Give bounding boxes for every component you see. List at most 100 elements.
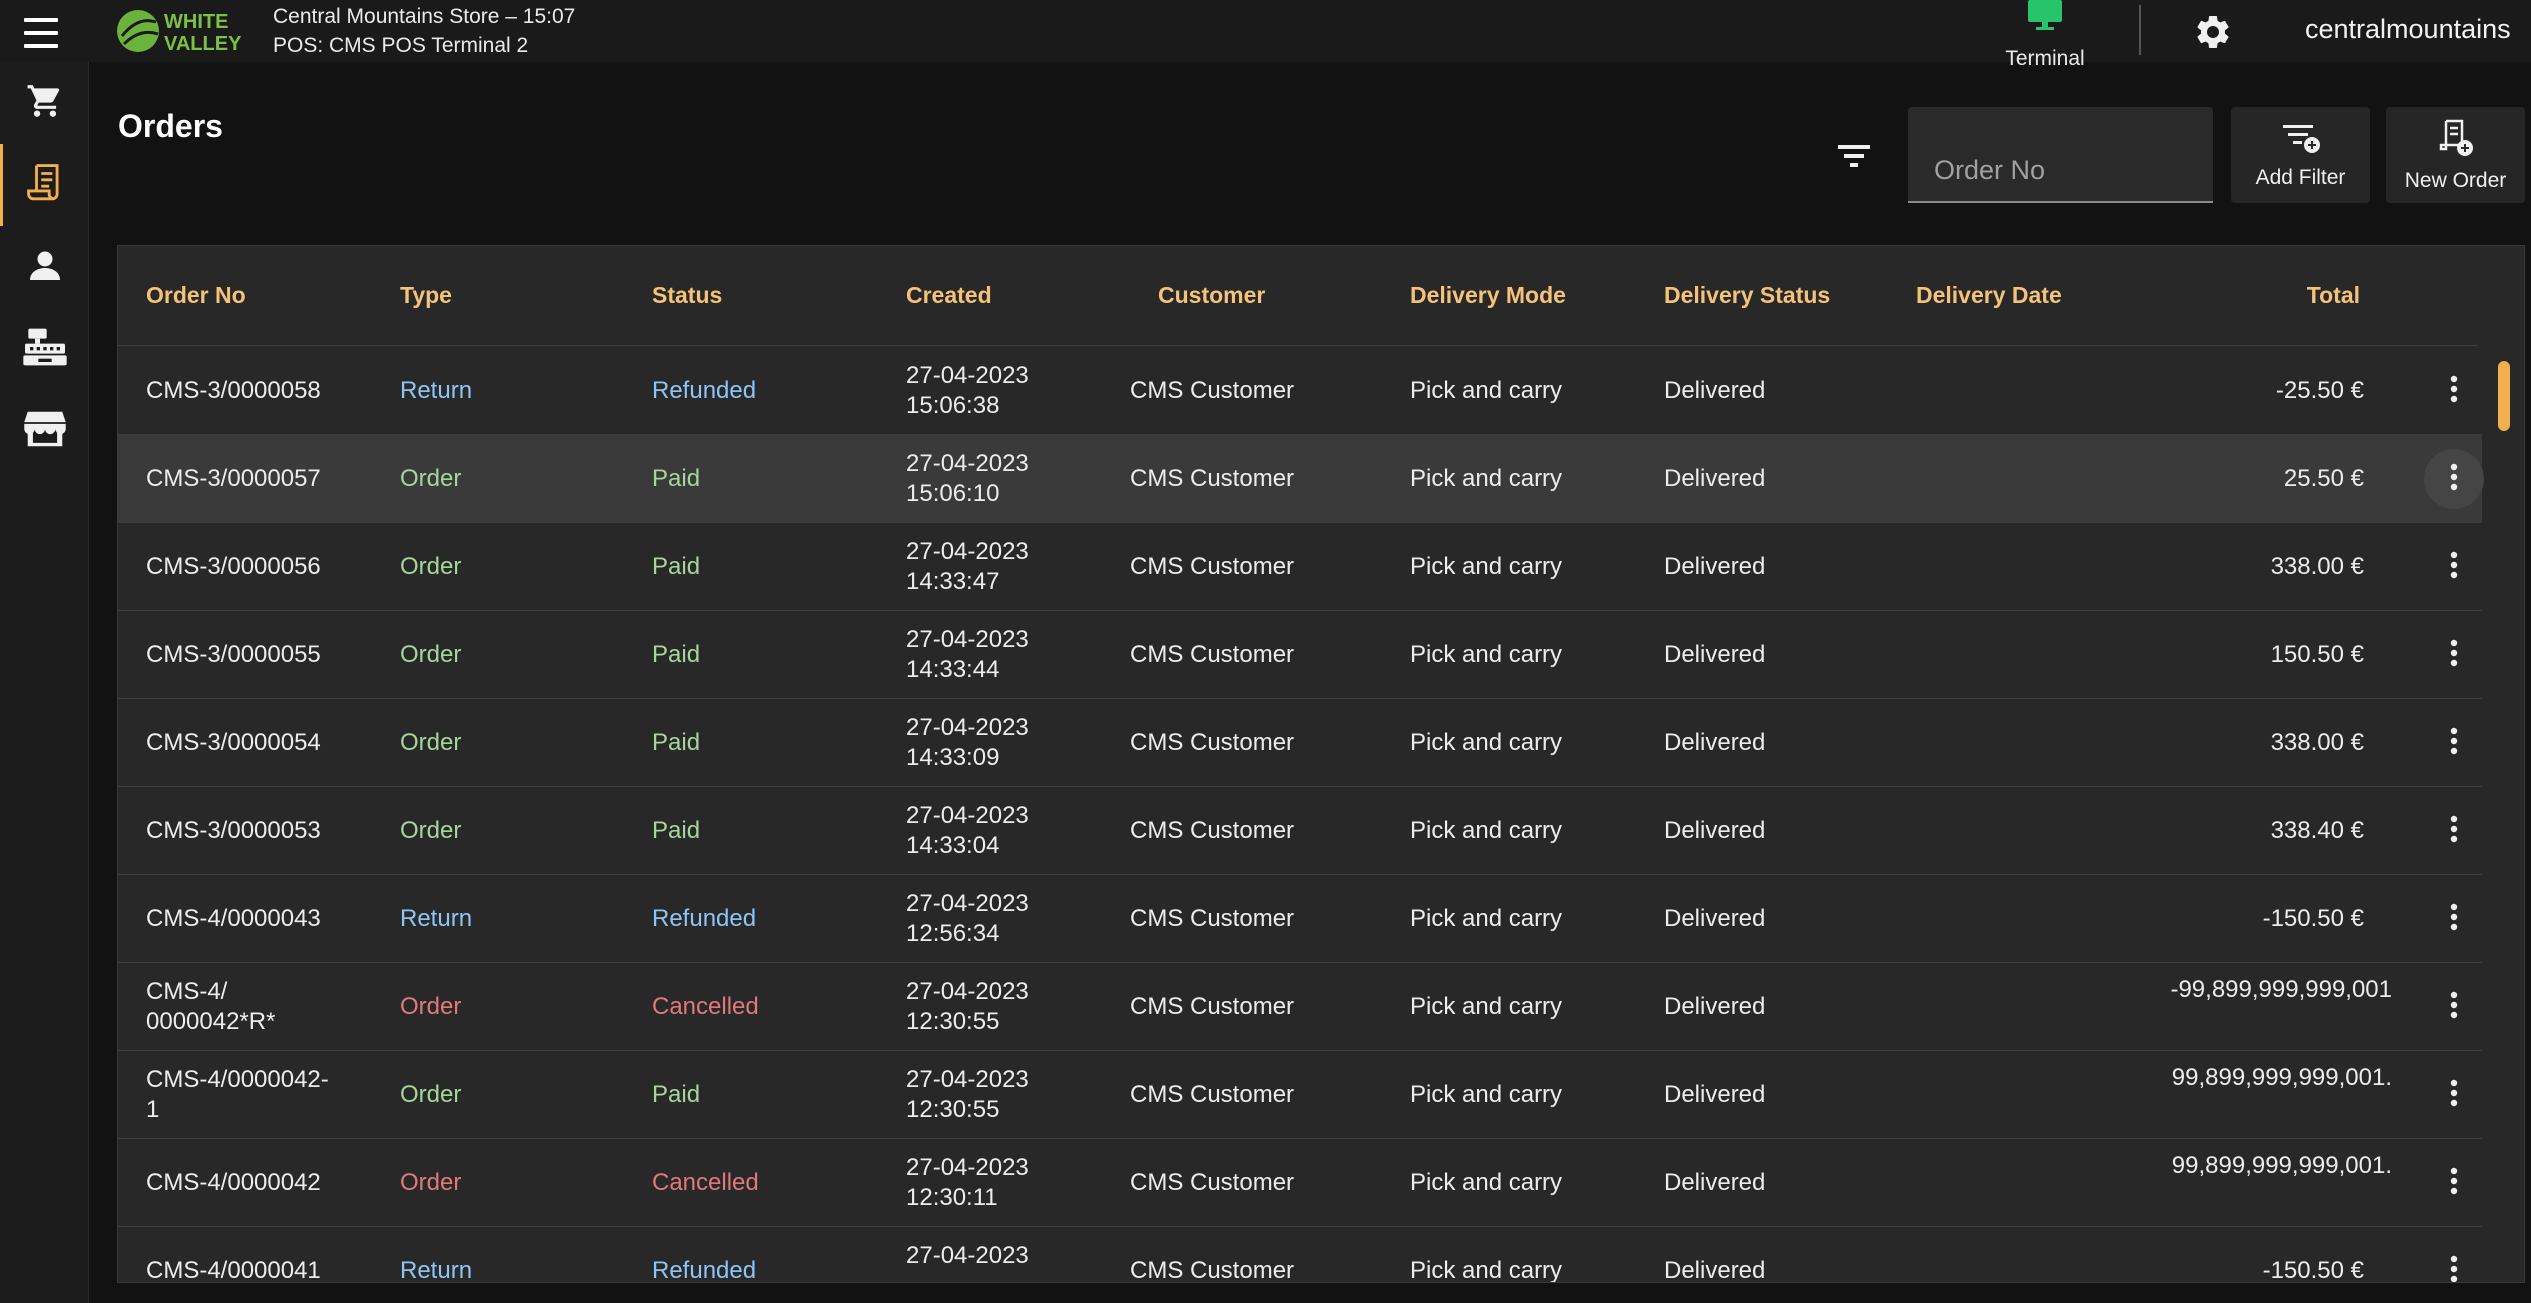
cell-type: Order: [400, 1081, 462, 1108]
filter-lines-icon[interactable]: [1836, 141, 1872, 171]
table-row[interactable]: CMS-4/0000042*R* Order Cancelled 27-04-2…: [118, 963, 2482, 1051]
header-delivery-mode[interactable]: Delivery Mode: [1410, 282, 1566, 309]
cell-status: Paid: [652, 1081, 701, 1108]
hamburger-icon[interactable]: [20, 18, 64, 48]
cell-delivery-status: Delivered: [1664, 377, 1766, 404]
row-menu-button[interactable]: [2424, 537, 2484, 597]
row-menu-button[interactable]: [2424, 713, 2484, 773]
order-no-search[interactable]: [1908, 107, 2213, 203]
order-no-line-2: 1: [146, 1096, 160, 1123]
cell-total: 338.40 €: [2270, 817, 2364, 844]
cell-created: 27-04-2023 12:30:11: [906, 1153, 1029, 1213]
cell-type: Order: [400, 1169, 462, 1196]
cell-created: 27-04-2023: [906, 1241, 1029, 1271]
row-menu-button[interactable]: [2424, 977, 2484, 1037]
cell-total: 99,899,999,999,001.: [2171, 1064, 2392, 1091]
receipt-icon: [27, 162, 65, 209]
created-date: 27-04-2023: [906, 1154, 1029, 1181]
terminal-button[interactable]: Terminal: [1990, 0, 2100, 72]
cell-delivery-mode: Pick and carry: [1410, 729, 1563, 756]
cell-created: 27-04-2023 12:30:55: [906, 977, 1029, 1037]
add-filter-label: Add Filter: [2255, 165, 2346, 189]
table-scrollbar[interactable]: [2498, 361, 2510, 431]
cell-total: -99,899,999,999,001: [2170, 976, 2392, 1003]
table-row[interactable]: CMS-3/0000053 Order Paid 27-04-2023 14:33…: [118, 787, 2482, 875]
cell-total: 338.00 €: [2270, 729, 2364, 756]
kebab-vertical-icon: [2450, 463, 2458, 496]
nav-store[interactable]: [0, 390, 89, 472]
table-row[interactable]: CMS-3/0000054 Order Paid 27-04-2023 14:33…: [118, 699, 2482, 787]
cell-type: Return: [400, 905, 473, 932]
cell-customer: CMS Customer: [1130, 817, 1295, 844]
cell-created: 27-04-2023 14:33:44: [906, 625, 1029, 685]
header-created[interactable]: Created: [906, 282, 992, 309]
kebab-vertical-icon: [2450, 815, 2458, 848]
cell-type: Order: [400, 993, 462, 1020]
table-row[interactable]: CMS-3/0000055 Order Paid 27-04-2023 14:33…: [118, 611, 2482, 699]
table-row[interactable]: CMS-4/0000043 Return Refunded 27-04-2023…: [118, 875, 2482, 963]
cell-status: Paid: [652, 729, 701, 756]
cell-type: Return: [400, 377, 473, 404]
header-status[interactable]: Status: [652, 282, 722, 309]
kebab-vertical-icon: [2450, 1079, 2458, 1112]
row-menu-button[interactable]: [2424, 1153, 2484, 1213]
cell-delivery-mode: Pick and carry: [1410, 465, 1563, 492]
row-menu-button[interactable]: [2424, 625, 2484, 685]
cell-customer: CMS Customer: [1130, 993, 1295, 1020]
created-date: 27-04-2023: [906, 802, 1029, 829]
new-order-button[interactable]: New Order: [2386, 107, 2525, 203]
order-no-input[interactable]: [1908, 107, 2213, 201]
created-time: 15:06:10: [906, 480, 1000, 507]
created-time: 15:06:38: [906, 392, 1000, 419]
header-delivery-status[interactable]: Delivery Status: [1664, 282, 1830, 309]
nav-cash-register[interactable]: [0, 308, 89, 390]
header-order-no[interactable]: Order No: [146, 282, 246, 309]
table-row[interactable]: CMS-4/0000041 Return Refunded 27-04-2023…: [118, 1227, 2484, 1283]
created-date: 27-04-2023: [906, 1242, 1029, 1269]
add-filter-button[interactable]: Add Filter: [2231, 107, 2370, 203]
orders-table: Order No Type Status Created Customer De…: [117, 245, 2525, 1283]
cell-delivery-status: Delivered: [1664, 1169, 1766, 1196]
cell-status: Refunded: [652, 1257, 757, 1283]
created-time: 14:33:47: [906, 568, 1000, 595]
cell-delivery-status: Delivered: [1664, 465, 1766, 492]
header-delivery-date[interactable]: Delivery Date: [1916, 282, 2062, 309]
row-menu-button[interactable]: [2424, 1065, 2484, 1125]
cell-order-no: CMS-4/0000043: [146, 905, 321, 932]
row-menu-button[interactable]: [2424, 361, 2484, 421]
cell-delivery-status: Delivered: [1664, 905, 1766, 932]
table-row[interactable]: CMS-3/0000056 Order Paid 27-04-2023 14:33…: [118, 523, 2482, 611]
header-customer[interactable]: Customer: [1158, 282, 1265, 309]
created-time: 12:56:34: [906, 920, 1000, 947]
cell-order-no: CMS-3/0000056: [146, 553, 321, 580]
pos-terminal-label: POS: CMS POS Terminal 2: [273, 34, 529, 57]
table-row[interactable]: CMS-4/0000042- 1 Order Paid 27-04-2023 12:…: [118, 1051, 2482, 1139]
cash-register-icon: [22, 327, 67, 372]
cell-created: 27-04-2023 12:56:34: [906, 889, 1029, 949]
row-menu-button[interactable]: [2424, 889, 2484, 949]
cell-customer: CMS Customer: [1130, 641, 1295, 668]
table-row[interactable]: CMS-4/0000042 Order Cancelled 27-04-2023…: [118, 1139, 2482, 1227]
table-row[interactable]: CMS-3/0000057 Order Paid 27-04-2023 15:06…: [118, 435, 2484, 523]
page-title: Orders: [118, 108, 223, 144]
cell-delivery-status: Delivered: [1664, 729, 1766, 756]
kebab-vertical-icon: [2450, 727, 2458, 760]
top-app-bar: WHITE VALLEY Central Mountains Store – 1…: [0, 0, 2531, 70]
header-total[interactable]: Total: [2307, 282, 2360, 309]
row-menu-button[interactable]: [2424, 449, 2484, 509]
kebab-vertical-icon: [2450, 551, 2458, 584]
nav-cart[interactable]: [0, 62, 89, 144]
nav-orders[interactable]: [0, 144, 89, 226]
nav-customers[interactable]: [0, 226, 89, 308]
row-menu-button[interactable]: [2424, 801, 2484, 861]
cell-delivery-mode: Pick and carry: [1410, 1169, 1563, 1196]
username-label[interactable]: centralmountains: [2305, 14, 2511, 45]
cell-order-no: CMS-4/0000042*R*: [146, 977, 366, 1037]
row-menu-button[interactable]: [2424, 1241, 2484, 1282]
cell-delivery-status: Delivered: [1664, 817, 1766, 844]
gear-icon[interactable]: [2193, 12, 2233, 52]
header-type[interactable]: Type: [400, 282, 452, 309]
table-row[interactable]: CMS-3/0000058 Return Refunded 27-04-2023…: [118, 347, 2482, 435]
cell-order-no: CMS-4/0000041: [146, 1257, 321, 1283]
created-time: 12:30:55: [906, 1008, 1000, 1035]
